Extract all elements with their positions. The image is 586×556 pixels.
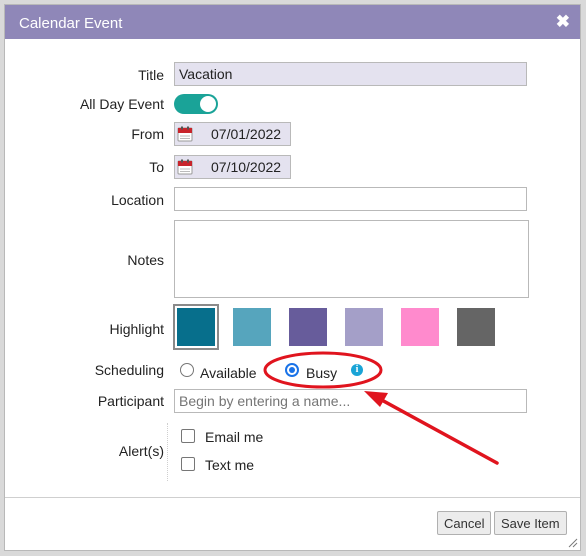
annotation-arrowhead (364, 391, 388, 407)
busy-highlight-ellipse (263, 351, 383, 389)
annotation-arrow-shaft (376, 396, 499, 465)
annotation-overlay (263, 351, 499, 465)
